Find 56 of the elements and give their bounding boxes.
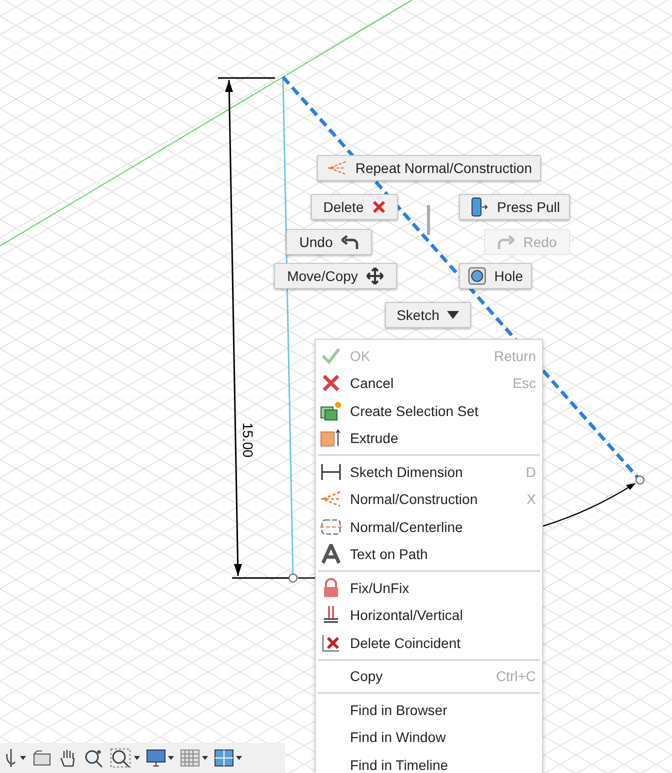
sketch-point	[288, 574, 298, 582]
caret-icon	[236, 756, 242, 760]
caret-icon	[134, 756, 140, 760]
menu-item[interactable]: Find in Timeline	[316, 751, 542, 773]
menu-item[interactable]: Extrude	[316, 424, 542, 452]
dimension-icon	[320, 462, 342, 482]
menu-item[interactable]: Normal/Construction X	[316, 486, 542, 513]
marking-menu-button[interactable]: Sketch	[385, 302, 471, 328]
lock-icon	[322, 578, 340, 598]
marking-menu-button[interactable]: Repeat Normal/Construction	[317, 155, 541, 181]
marking-menu-button[interactable]: Delete	[311, 194, 398, 220]
dimension-value: 15.00	[240, 422, 256, 458]
selection-set-icon	[320, 400, 342, 421]
zoom-window-icon	[110, 748, 132, 768]
delete-coincident-icon	[321, 632, 341, 653]
menu-item[interactable]: Horizontal/Vertical	[316, 602, 542, 629]
centerline-icon	[320, 516, 342, 537]
letter-a-icon	[321, 544, 341, 564]
caret-icon	[168, 756, 174, 760]
orbit-icon	[4, 748, 18, 768]
menu-item[interactable]: Cancel Esc	[316, 370, 542, 397]
display-monitor-icon	[146, 748, 166, 768]
zoom-icon	[84, 748, 104, 768]
caret-icon	[202, 756, 208, 760]
undo-arrow-icon	[340, 234, 359, 250]
sketch-point	[636, 476, 644, 484]
construction-line-icon	[320, 490, 342, 508]
menu-item[interactable]: Find in Window	[316, 724, 542, 751]
marking-menu-button[interactable]: Press Pull	[459, 194, 570, 220]
press-pull-icon	[468, 196, 489, 218]
menu-item[interactable]: Sketch Dimension D	[316, 458, 542, 486]
box-arrow-icon	[320, 428, 342, 448]
menu-item[interactable]: Copy Ctrl+C	[316, 662, 542, 690]
menu-item[interactable]: Text on Path	[316, 540, 542, 568]
menu-item[interactable]: Fix/UnFix	[316, 574, 542, 602]
checkmark-icon	[321, 346, 341, 365]
menu-item[interactable]: Normal/Centerline	[316, 513, 542, 540]
marking-menu-button[interactable]: Hole	[459, 263, 532, 289]
redo-arrow-icon	[497, 234, 516, 250]
menu-center-marker	[427, 205, 430, 235]
menu-item[interactable]: Delete Coincident	[316, 629, 542, 656]
hole-icon	[468, 266, 486, 286]
marking-menu-button[interactable]: Undo	[286, 229, 372, 255]
menu-item[interactable]: Find in Browser	[316, 696, 542, 724]
move-arrows-icon	[366, 267, 384, 285]
marking-menu-button[interactable]: Move/Copy	[274, 263, 397, 289]
close-icon	[372, 200, 386, 214]
horizontal-vertical-icon	[322, 605, 340, 626]
grid-icon	[180, 749, 200, 767]
menu-item[interactable]: Create Selection Set	[316, 397, 542, 424]
look-at-icon	[32, 749, 52, 767]
construction-line-icon	[326, 159, 348, 177]
viewports-icon	[214, 749, 234, 767]
close-icon	[321, 373, 341, 394]
dropdown-caret-icon	[447, 311, 460, 319]
caret-icon	[20, 756, 26, 760]
